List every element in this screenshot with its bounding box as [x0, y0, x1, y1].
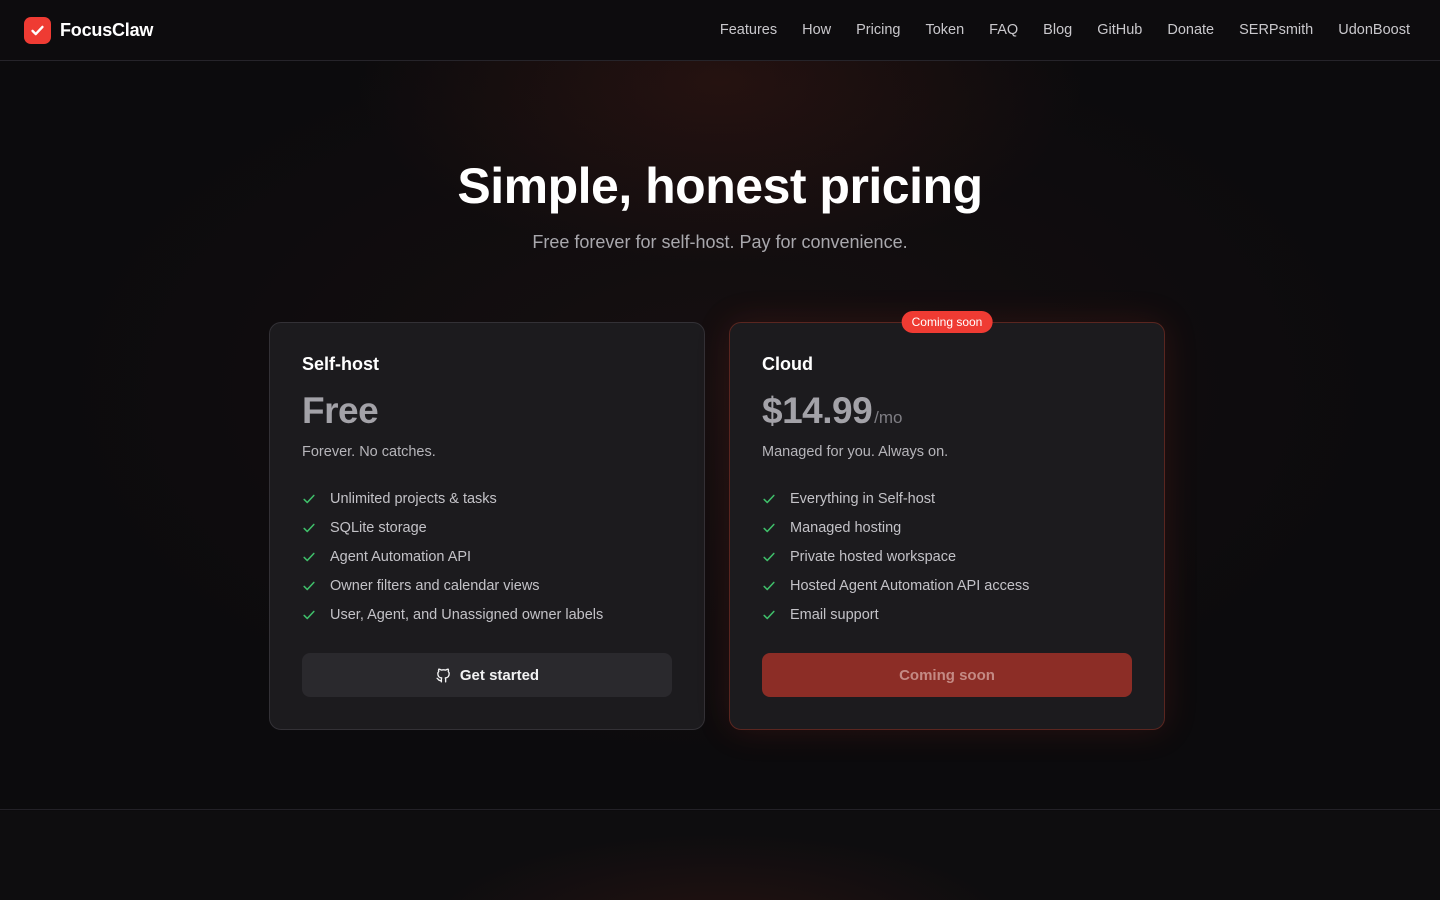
list-item: Everything in Self-host — [762, 484, 1132, 513]
plan-name: Self-host — [302, 354, 380, 374]
page-subtitle: Free forever for self-host. Pay for conv… — [532, 232, 908, 252]
feature-label: Private hosted workspace — [790, 548, 957, 565]
list-item: Agent Automation API — [302, 542, 672, 571]
check-icon — [303, 610, 315, 619]
list-item: Owner filters and calendar views — [302, 571, 672, 600]
nav-faq[interactable]: FAQ — [989, 22, 1018, 38]
plan-tagline: Managed for you. Always on. — [762, 444, 949, 460]
nav-udonboost[interactable]: UdonBoost — [1338, 22, 1410, 38]
brand[interactable]: FocusClaw — [24, 16, 154, 44]
list-item: Private hosted workspace — [762, 542, 1132, 571]
check-icon — [763, 610, 775, 619]
feature-label: Managed hosting — [790, 519, 902, 536]
status-badge: Coming soon — [901, 311, 993, 333]
button-label: Coming soon — [899, 666, 995, 684]
price-row: $14.99 /mo — [762, 390, 1132, 432]
nav-github[interactable]: GitHub — [1097, 22, 1142, 38]
plan-price: $14.99 — [762, 390, 873, 431]
top-navbar: FocusClaw Features How Pricing Token FAQ… — [0, 0, 1440, 61]
check-icon — [303, 494, 315, 503]
list-item: Email support — [762, 600, 1132, 629]
check-icon — [763, 523, 775, 532]
nav-blog[interactable]: Blog — [1043, 22, 1072, 38]
list-item: Hosted Agent Automation API access — [762, 571, 1132, 600]
feature-label: Agent Automation API — [330, 548, 472, 565]
plan-name: Cloud — [762, 354, 813, 374]
check-icon — [763, 581, 775, 590]
feature-label: Email support — [790, 606, 879, 623]
feature-list: Unlimited projects & tasks SQLite storag… — [302, 484, 672, 629]
next-section — [0, 811, 1440, 900]
price-period: /mo — [874, 408, 903, 427]
feature-label: Hosted Agent Automation API access — [790, 577, 1030, 594]
nav-token[interactable]: Token — [925, 22, 964, 38]
list-item: SQLite storage — [302, 513, 672, 542]
get-started-button[interactable]: Get started — [302, 653, 672, 697]
feature-label: Unlimited projects & tasks — [330, 490, 497, 507]
nav-features[interactable]: Features — [720, 22, 777, 38]
check-icon — [303, 523, 315, 532]
feature-label: Everything in Self-host — [790, 490, 936, 507]
price-row: Free — [302, 390, 672, 432]
nav-pricing[interactable]: Pricing — [856, 22, 900, 38]
page-title: Simple, honest pricing — [457, 158, 983, 214]
feature-label: Owner filters and calendar views — [330, 577, 540, 594]
coming-soon-button[interactable]: Coming soon — [762, 653, 1132, 697]
feature-list: Everything in Self-host Managed hosting … — [762, 484, 1132, 629]
pricing-section: Simple, honest pricing Free forever for … — [0, 61, 1440, 810]
feature-label: SQLite storage — [330, 519, 427, 536]
list-item: User, Agent, and Unassigned owner labels — [302, 600, 672, 629]
check-icon — [303, 552, 315, 561]
plan-card-cloud: Coming soon Cloud $14.99 /mo Managed for… — [729, 311, 1165, 730]
brand-name: FocusClaw — [60, 19, 154, 40]
nav-how[interactable]: How — [802, 22, 831, 38]
plan-price: Free — [302, 390, 379, 431]
plan-tagline: Forever. No catches. — [302, 444, 436, 460]
check-icon — [763, 552, 775, 561]
check-icon — [24, 16, 51, 44]
feature-label: User, Agent, and Unassigned owner labels — [330, 606, 604, 623]
list-item: Managed hosting — [762, 513, 1132, 542]
nav-donate[interactable]: Donate — [1167, 22, 1214, 38]
github-icon — [436, 668, 450, 683]
check-icon — [763, 494, 775, 503]
list-item: Unlimited projects & tasks — [302, 484, 672, 513]
main-nav: Features How Pricing Token FAQ Blog GitH… — [720, 22, 1410, 38]
check-icon — [303, 581, 315, 590]
button-label: Get started — [459, 666, 540, 684]
plan-card-selfhost: Self-host Free Forever. No catches. Unli… — [269, 322, 705, 730]
nav-serpsmith[interactable]: SERPsmith — [1239, 22, 1313, 38]
